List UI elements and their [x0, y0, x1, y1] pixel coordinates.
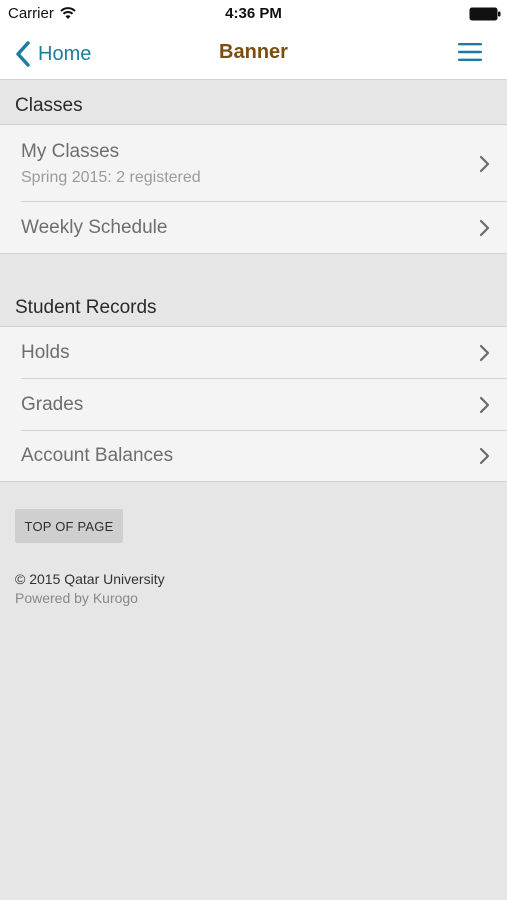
row-title: Holds [21, 342, 70, 363]
hamburger-menu-icon[interactable] [457, 41, 483, 63]
page-title: Banner [219, 41, 288, 63]
copyright-text: © 2015 Qatar University [15, 571, 165, 587]
chevron-right-icon [479, 155, 490, 173]
top-of-page-button[interactable]: TOP OF PAGE [15, 509, 123, 543]
navigation-bar: Home Banner [0, 30, 507, 80]
status-bar: Carrier 4:36 PM [0, 0, 507, 30]
battery-icon [469, 7, 501, 21]
row-title: Weekly Schedule [21, 217, 168, 238]
list-item-grades[interactable]: Grades [0, 379, 507, 429]
section-header-classes: Classes [15, 95, 83, 116]
classes-group: My Classes Spring 2015: 2 registered Wee… [0, 124, 507, 254]
chevron-right-icon [479, 344, 490, 362]
status-time: 4:36 PM [225, 5, 282, 22]
row-title: My Classes [21, 141, 120, 162]
chevron-right-icon [479, 396, 490, 414]
powered-by-text: Powered by Kurogo [15, 590, 138, 606]
list-item-my-classes[interactable]: My Classes Spring 2015: 2 registered [0, 125, 507, 201]
row-title: Grades [21, 394, 84, 415]
student-records-group: Holds Grades Account Balances [0, 326, 507, 482]
list-item-holds[interactable]: Holds [0, 327, 507, 378]
list-item-account-balances[interactable]: Account Balances [0, 431, 507, 481]
section-header-student-records: Student Records [15, 297, 157, 318]
row-title: Account Balances [21, 445, 174, 466]
list-item-weekly-schedule[interactable]: Weekly Schedule [0, 202, 507, 253]
chevron-right-icon [479, 219, 490, 237]
row-subtitle: Spring 2015: 2 registered [21, 169, 201, 186]
chevron-right-icon [479, 447, 490, 465]
